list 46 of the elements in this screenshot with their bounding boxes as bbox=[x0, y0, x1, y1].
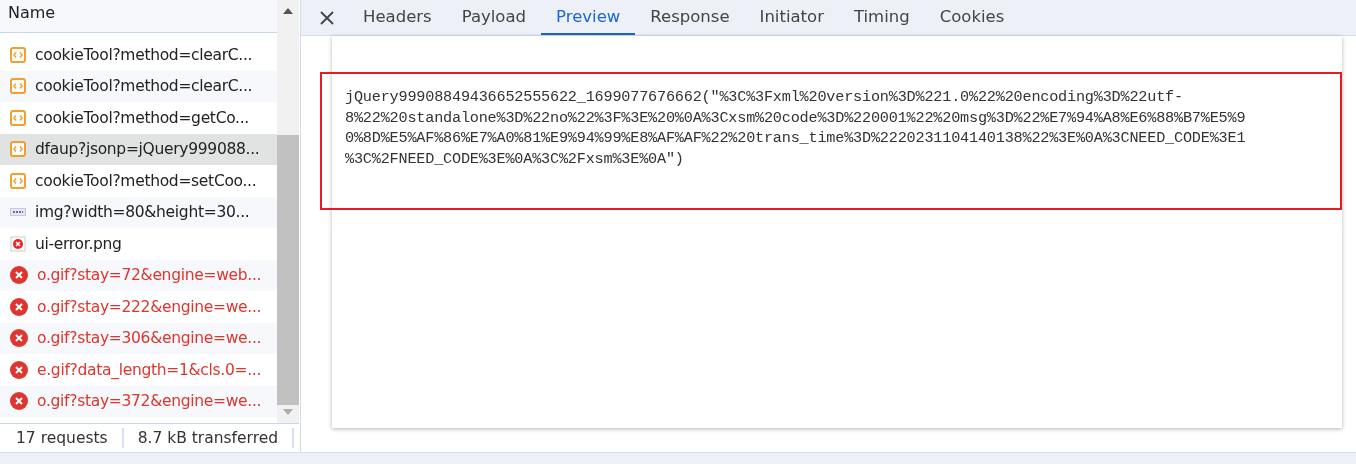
error-icon bbox=[10, 297, 28, 316]
error-icon bbox=[10, 329, 28, 348]
script-file-icon bbox=[10, 141, 26, 158]
close-icon[interactable] bbox=[320, 10, 334, 25]
request-row[interactable]: img?width=80&height=30... bbox=[0, 196, 277, 228]
request-row[interactable]: o.gif?stay=306&engine=we... bbox=[0, 322, 277, 354]
request-row[interactable]: o.gif?stay=72&engine=web... bbox=[0, 259, 277, 291]
scroll-up-icon[interactable] bbox=[283, 8, 293, 14]
request-name: cookieTool?method=setCoo... bbox=[35, 171, 257, 190]
request-name: img?width=80&height=30... bbox=[35, 203, 250, 222]
tab[interactable]: Response bbox=[635, 0, 745, 35]
code-line: %3C%2FNEED_CODE%3E%0A%3C%2Fxsm%3E%0A") bbox=[345, 148, 684, 169]
request-name: cookieTool?method=getCo... bbox=[35, 108, 249, 127]
status-text: 17 requests bbox=[16, 429, 108, 447]
request-name: cookieTool?method=clearC... bbox=[35, 45, 253, 64]
script-file-icon bbox=[10, 78, 26, 95]
error-icon bbox=[10, 392, 28, 411]
request-row[interactable]: cookieTool?method=clearC... bbox=[0, 70, 277, 102]
error-icon bbox=[10, 266, 28, 285]
code-line: 8%22%20standalone%3D%22no%22%3F%3E%20%0A%3Cxsm%20code%3D%220001%22%20msg%3D%22%E7%94%A8%E6%88%B7%E5%9 bbox=[345, 107, 1246, 128]
request-name: cookieTool?method=clearC... bbox=[35, 77, 253, 96]
request-row[interactable]: dfaup?jsonp=jQuery999088... bbox=[0, 133, 277, 165]
code-line: jQuery99908849436652555622_1699077676662("%3C%3Fxml%20version%3D%221.0%22%20encoding%3D%22utf- bbox=[345, 87, 1183, 108]
image-thumbnail-icon bbox=[10, 208, 26, 217]
request-name: o.gif?stay=372&engine=we... bbox=[37, 392, 262, 411]
request-name: e.gif?data_length=1&cls.0=... bbox=[37, 360, 262, 379]
request-name: dfaup?jsonp=jQuery999088... bbox=[35, 140, 260, 159]
request-name: o.gif?stay=306&engine=we... bbox=[37, 329, 262, 348]
tab[interactable]: Timing bbox=[838, 0, 925, 35]
scrollbar[interactable] bbox=[277, 0, 299, 423]
tab[interactable]: Cookies bbox=[924, 0, 1020, 35]
tab[interactable]: Payload bbox=[446, 0, 542, 35]
broken-image-icon bbox=[10, 235, 26, 252]
request-row[interactable]: o.gif?stay=372&engine=we... bbox=[0, 385, 277, 417]
request-name: o.gif?stay=222&engine=we... bbox=[37, 297, 262, 316]
script-file-icon bbox=[10, 109, 26, 126]
tab[interactable]: Initiator bbox=[744, 0, 839, 35]
script-file-icon bbox=[10, 172, 26, 189]
request-name: o.gif?stay=72&engine=web... bbox=[37, 266, 262, 285]
code-line: 0%8D%E5%AF%86%E7%A0%81%E9%94%99%E8%AF%AF%22%20trans_time%3D%2220231104140138%22%3E%0A%3CNEED_CODE%3E1 bbox=[345, 128, 1246, 149]
error-icon bbox=[10, 360, 28, 379]
request-name: ui-error.png bbox=[35, 234, 122, 253]
script-file-icon bbox=[10, 46, 26, 63]
status-text: 8.7 kB transferred bbox=[137, 429, 279, 447]
tab[interactable]: Headers bbox=[348, 0, 447, 35]
column-header[interactable]: Name bbox=[0, 0, 277, 33]
